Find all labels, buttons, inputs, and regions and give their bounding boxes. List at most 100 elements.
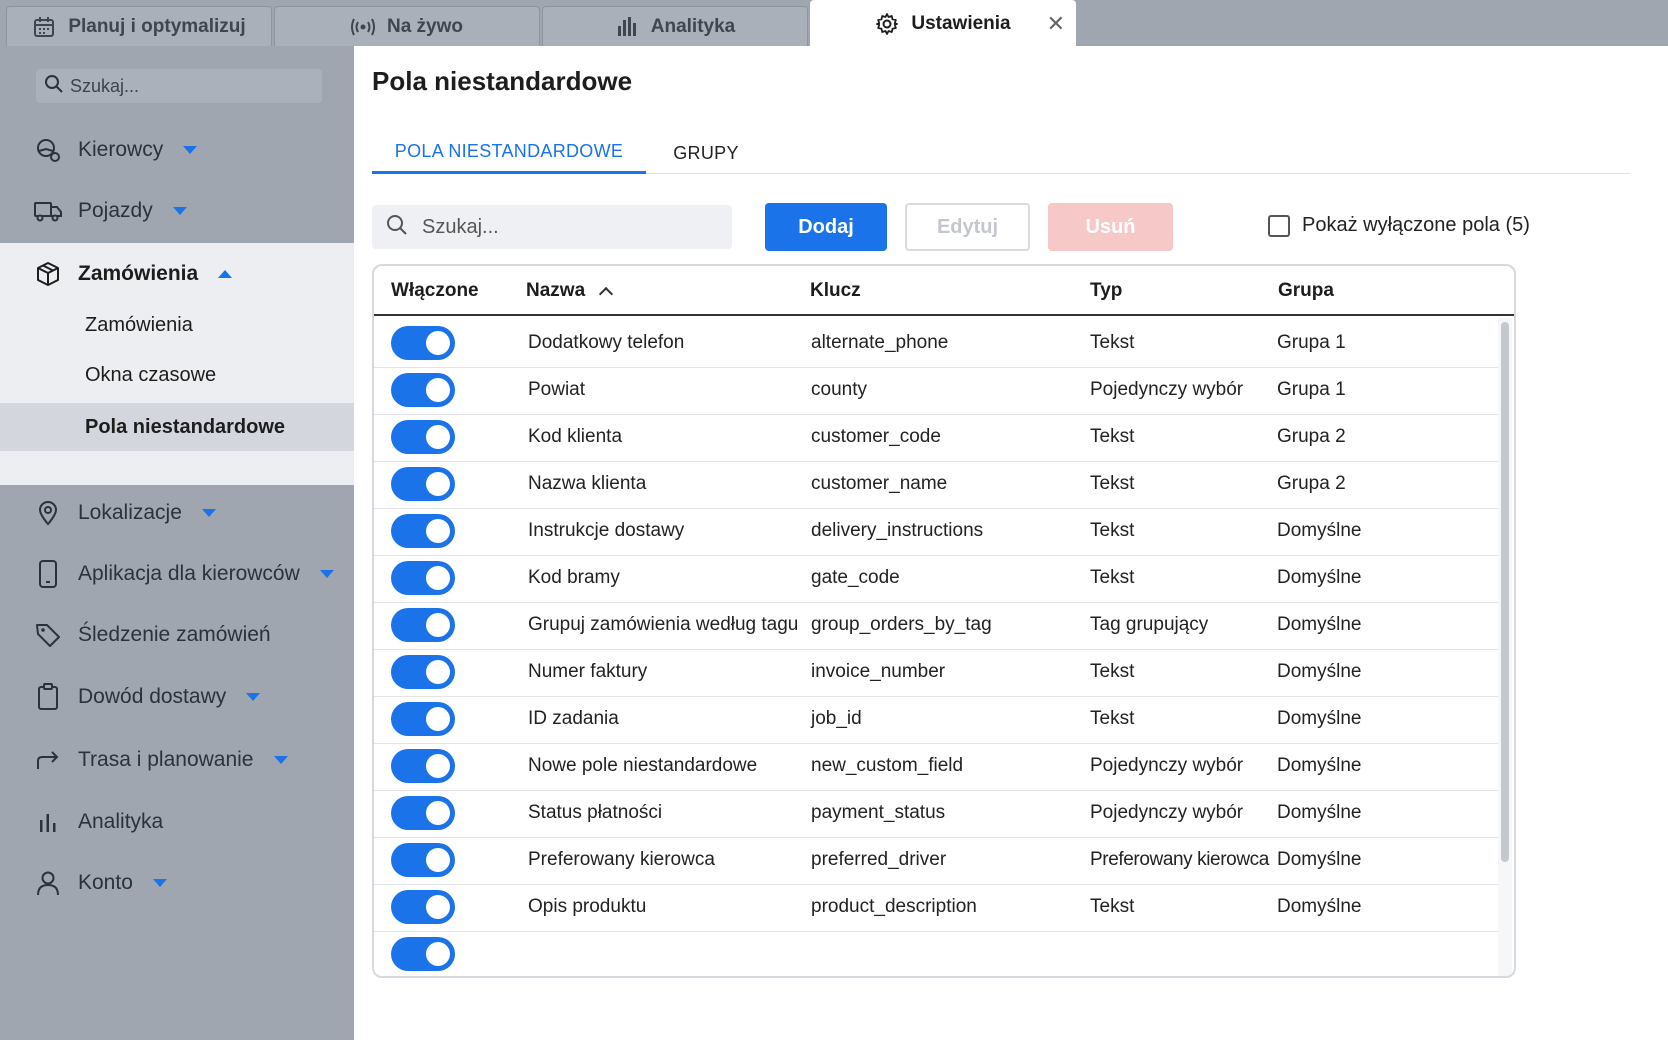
toggle-knob: [426, 660, 450, 684]
cell-type: Tag grupujący: [1090, 614, 1209, 635]
sidebar-item-drivers[interactable]: Kierowcy: [0, 125, 354, 175]
table-row[interactable]: Kod klienta customer_code Tekst Grupa 2: [374, 412, 1498, 462]
column-header-enabled[interactable]: Włączone: [391, 266, 479, 316]
delete-button[interactable]: Usuń: [1048, 203, 1173, 251]
table-row[interactable]: Preferowany kierowca preferred_driver Pref…: [374, 835, 1498, 885]
show-disabled-toggle[interactable]: Pokaż wyłączone pola (5): [1268, 214, 1530, 237]
cell-type: Tekst: [1090, 473, 1135, 494]
sidebar-item-route-planning[interactable]: Trasa i planowanie: [0, 735, 354, 785]
sidebar-subitem-custom-fields[interactable]: Pola niestandardowe: [0, 403, 356, 451]
tab-groups[interactable]: GRUPY: [646, 132, 766, 174]
chevron-down-icon: [172, 207, 187, 215]
user-icon: [34, 869, 62, 897]
tab-label: Na żywo: [386, 15, 464, 37]
tab-custom-fields[interactable]: POLA NIESTANDARDOWE: [372, 132, 646, 174]
table-row[interactable]: Nazwa klienta customer_name Tekst Grupa 2: [374, 459, 1498, 509]
table-row[interactable]: Numer faktury invoice_number Tekst Domyślne: [374, 647, 1498, 697]
search-input[interactable]: [422, 215, 712, 239]
enabled-toggle[interactable]: [391, 937, 455, 971]
cell-type: Pojedynczy wybór: [1090, 379, 1244, 400]
cell-key: alternate_phone: [811, 332, 949, 353]
sidebar-item-label: Śledzenie zamówień: [78, 623, 271, 646]
sidebar: Szukaj... Kierowcy Pojazdy Zamówienia Za…: [0, 46, 356, 1040]
tab-analytics[interactable]: Analityka: [542, 6, 808, 46]
cell-key: product_description: [811, 896, 977, 917]
table-row[interactable]: Nowe pole niestandardowe new_custom_field…: [374, 741, 1498, 791]
enabled-toggle[interactable]: [391, 373, 455, 407]
table-row[interactable]: Dodatkowy telefon alternate_phone Tekst Gru…: [374, 318, 1498, 368]
search-field[interactable]: [372, 205, 732, 249]
enabled-toggle[interactable]: [391, 420, 455, 454]
table-row[interactable]: [374, 929, 1498, 976]
sidebar-search[interactable]: Szukaj...: [36, 69, 322, 103]
sidebar-item-analytics[interactable]: Analityka: [0, 797, 354, 847]
close-icon[interactable]: ✕: [1047, 11, 1065, 37]
sidebar-item-account[interactable]: Konto: [0, 858, 354, 908]
scrollbar-thumb[interactable]: [1501, 322, 1509, 862]
sidebar-item-proof-of-delivery[interactable]: Dowód dostawy: [0, 672, 354, 722]
enabled-toggle[interactable]: [391, 467, 455, 501]
sidebar-item-vehicles[interactable]: Pojazdy: [0, 186, 354, 236]
enabled-toggle[interactable]: [391, 561, 455, 595]
enabled-toggle[interactable]: [391, 655, 455, 689]
sidebar-subitem-time-windows[interactable]: Okna czasowe: [0, 351, 356, 399]
sidebar-item-order-tracking[interactable]: Śledzenie zamówień: [0, 610, 354, 660]
cell-group: Grupa 1: [1277, 332, 1346, 353]
chevron-down-icon: [319, 570, 334, 578]
sidebar-subitem-label: Zamówienia: [85, 313, 193, 336]
table-body: Dodatkowy telefon alternate_phone Tekst Gru…: [374, 318, 1498, 976]
table-scrollbar[interactable]: [1498, 318, 1512, 976]
sidebar-subitem-orders[interactable]: Zamówienia: [0, 301, 356, 349]
bar-chart-icon: [615, 15, 639, 39]
show-disabled-label: Pokaż wyłączone pola (5): [1302, 214, 1530, 236]
column-header-group[interactable]: Grupa: [1278, 266, 1334, 316]
table-row[interactable]: Kod bramy gate_code Tekst Domyślne: [374, 553, 1498, 603]
sidebar-orders-group: Zamówienia Zamówienia Okna czasowe Pola …: [0, 243, 356, 485]
phone-icon: [34, 560, 62, 588]
cell-type: Tekst: [1090, 332, 1135, 353]
toggle-knob: [426, 801, 450, 825]
table-row[interactable]: Status płatności payment_status Pojedynczy…: [374, 788, 1498, 838]
enabled-toggle[interactable]: [391, 326, 455, 360]
table-row[interactable]: Powiat county Pojedynczy wybór Grupa 1: [374, 365, 1498, 415]
sidebar-item-driver-app[interactable]: Aplikacja dla kierowców: [0, 549, 354, 599]
tab-label: Planuj i optymalizuj: [68, 15, 246, 37]
cell-group: Domyślne: [1277, 661, 1362, 682]
sidebar-item-locations[interactable]: Lokalizacje: [0, 488, 354, 538]
table-row[interactable]: Instrukcje dostawy delivery_instructions T…: [374, 506, 1498, 556]
column-header-type[interactable]: Typ: [1090, 266, 1122, 316]
cell-group: Domyślne: [1277, 614, 1362, 635]
toggle-knob: [426, 472, 450, 496]
table-row[interactable]: Opis produktu product_description Tekst Dom…: [374, 882, 1498, 932]
table-row[interactable]: ID zadania job_id Tekst Domyślne: [374, 694, 1498, 744]
sidebar-item-label: Aplikacja dla kierowców: [78, 562, 300, 585]
package-icon: [34, 260, 62, 288]
cell-name: Kod bramy: [528, 567, 620, 588]
page-title: Pola niestandardowe: [372, 66, 633, 96]
sidebar-item-orders[interactable]: Zamówienia: [0, 249, 354, 299]
main-panel: Pola niestandardowe POLA NIESTANDARDOWE …: [354, 46, 1668, 1040]
enabled-toggle[interactable]: [391, 702, 455, 736]
enabled-toggle[interactable]: [391, 514, 455, 548]
tab-settings[interactable]: Ustawienia ✕: [810, 0, 1076, 46]
enabled-toggle[interactable]: [391, 796, 455, 830]
top-tab-bar: Planuj i optymalizuj Na żywo Analityka U…: [0, 0, 1668, 46]
column-header-key[interactable]: Klucz: [810, 266, 861, 316]
sidebar-item-label: Konto: [78, 871, 133, 894]
cell-name: Nazwa klienta: [528, 473, 647, 494]
enabled-toggle[interactable]: [391, 749, 455, 783]
column-header-name[interactable]: Nazwa: [526, 266, 614, 316]
enabled-toggle[interactable]: [391, 843, 455, 877]
cell-key: customer_name: [811, 473, 948, 494]
table-row[interactable]: Grupuj zamówienia według tagu group_order…: [374, 600, 1498, 650]
enabled-toggle[interactable]: [391, 890, 455, 924]
tab-plan-optimize[interactable]: Planuj i optymalizuj: [6, 6, 272, 46]
edit-button[interactable]: Edytuj: [905, 203, 1030, 251]
add-button[interactable]: Dodaj: [765, 203, 887, 251]
live-broadcast-icon: [350, 15, 375, 39]
show-disabled-checkbox[interactable]: [1268, 214, 1290, 237]
cell-name: Status płatności: [528, 802, 663, 823]
enabled-toggle[interactable]: [391, 608, 455, 642]
tab-live[interactable]: Na żywo: [274, 6, 540, 46]
location-pin-icon: [34, 499, 62, 527]
